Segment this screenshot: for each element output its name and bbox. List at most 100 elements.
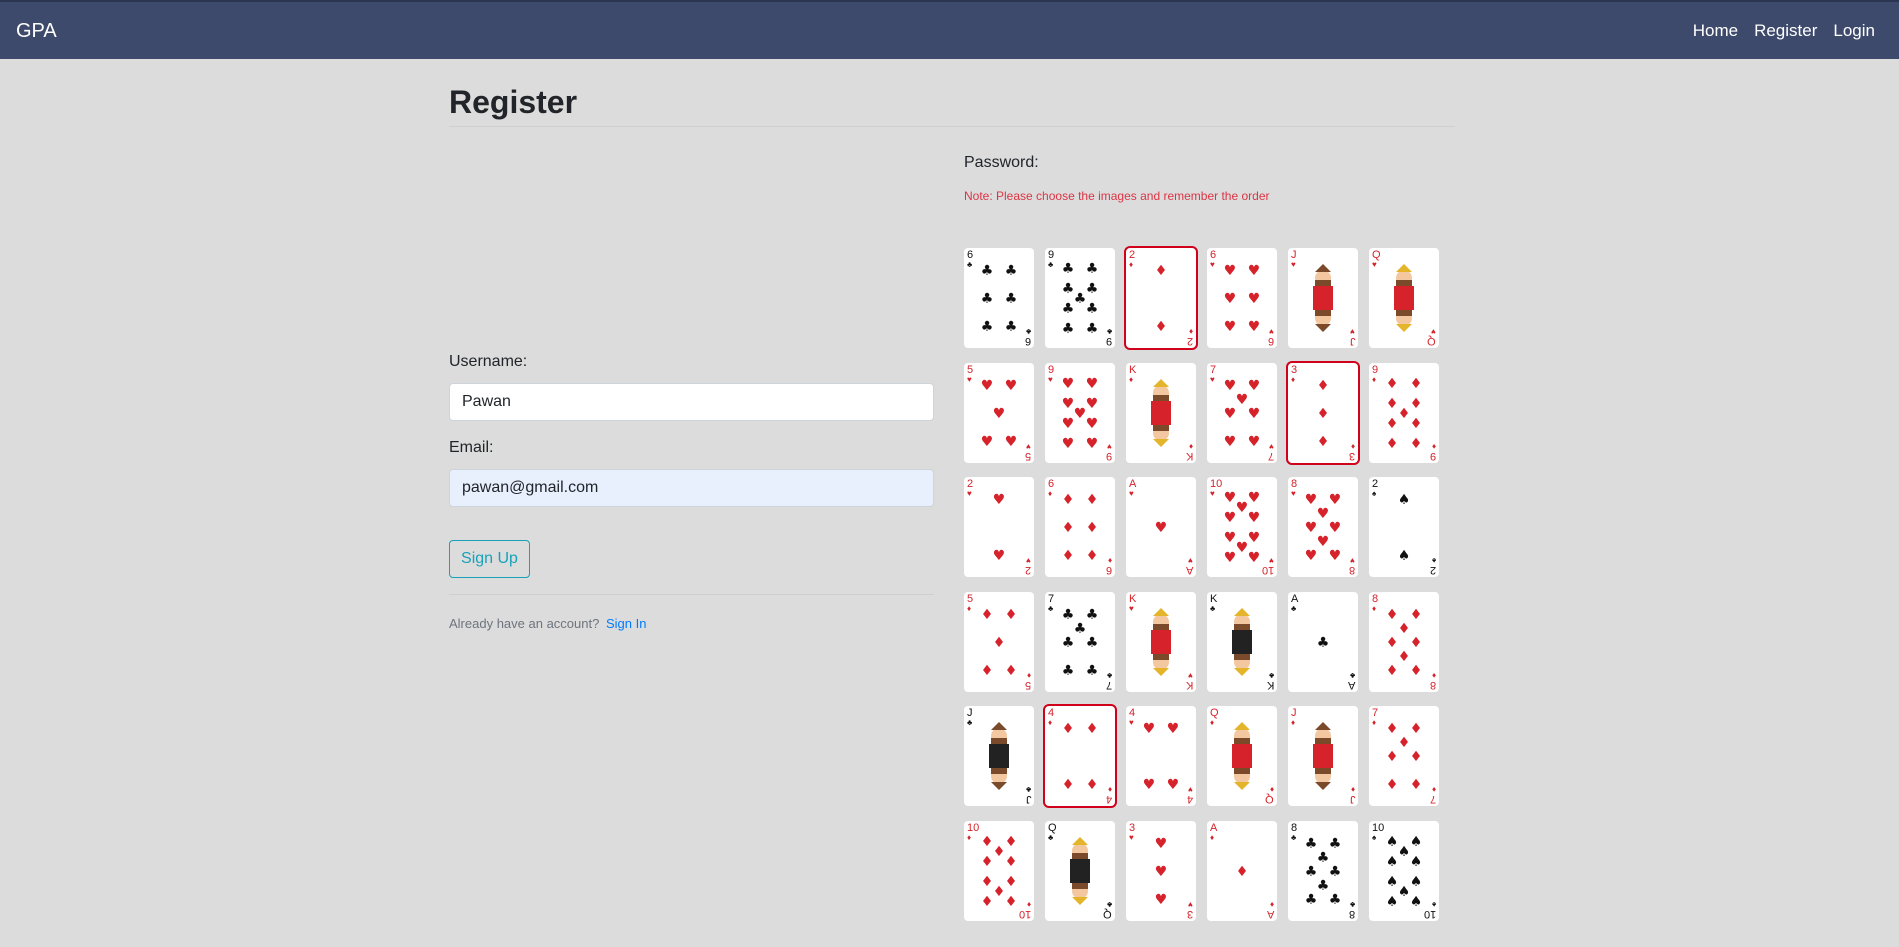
diamonds-icon: ♦ bbox=[967, 833, 972, 842]
card-3-of-diamonds[interactable]: 3 ♦ 3 ♦ ♦ ♦ ♦ bbox=[1286, 361, 1360, 465]
svg-text:♣: ♣ bbox=[1074, 291, 1087, 307]
svg-text:♠: ♠ bbox=[1410, 874, 1423, 890]
card-rank-label-inverted: J bbox=[1349, 335, 1356, 347]
svg-text:♥: ♥ bbox=[1248, 263, 1261, 279]
svg-text:♥: ♥ bbox=[1329, 520, 1342, 536]
card-face-art: ♣ ♣♣♣ ♣♣ ♣ bbox=[1062, 607, 1099, 679]
hearts-icon: ♥ bbox=[1269, 327, 1274, 336]
svg-text:♦: ♦ bbox=[1410, 396, 1423, 412]
card-3-of-hearts[interactable]: 3 ♥ 3 ♥ ♥ ♥ ♥ bbox=[1126, 821, 1196, 921]
card-face-art bbox=[1151, 608, 1171, 676]
hearts-icon: ♥ bbox=[1026, 442, 1031, 451]
card-10-of-spades[interactable]: 10 ♠ 10 ♠ ♠ ♠ ♠ ♠ ♠ ♠ ♠ ♠ ♠ ♠ bbox=[1369, 821, 1439, 921]
card-a-of-hearts[interactable]: A ♥ A ♥ ♥ bbox=[1126, 477, 1196, 577]
card-7-of-diamonds[interactable]: 7 ♦ 7 ♦ ♦ ♦ ♦ ♦ ♦ ♦ ♦ bbox=[1369, 706, 1439, 806]
card-8-of-hearts[interactable]: 8 ♥ 8 ♥ ♥ ♥ ♥ ♥ ♥ ♥ ♥ ♥ bbox=[1288, 477, 1358, 577]
card-j-of-hearts[interactable]: J ♥ J ♥ bbox=[1288, 248, 1358, 348]
card-2-of-spades[interactable]: 2 ♠ 2 ♠ ♠ ♠ bbox=[1369, 477, 1439, 577]
diamonds-icon: ♦ bbox=[1350, 442, 1355, 451]
sign-up-button[interactable]: Sign Up bbox=[449, 540, 530, 578]
card-k-of-hearts[interactable]: K ♥ K ♥ bbox=[1126, 592, 1196, 692]
diamonds-icon: ♦ bbox=[1026, 900, 1031, 909]
card-7-of-clubs[interactable]: 7 ♣ 7 ♣ ♣ ♣ ♣ ♣ ♣ ♣ ♣ bbox=[1045, 592, 1115, 692]
brand-logo[interactable]: GPA bbox=[16, 20, 57, 43]
card-rank-label-inverted: A bbox=[1347, 679, 1355, 691]
svg-text:♠: ♠ bbox=[1398, 492, 1411, 508]
card-k-of-clubs[interactable]: K ♣ K ♣ bbox=[1207, 592, 1277, 692]
sign-in-link[interactable]: Sign In bbox=[606, 616, 646, 631]
card-8-of-clubs[interactable]: 8 ♣ 8 ♣ ♣ ♣ ♣ ♣ ♣ ♣ ♣ ♣ bbox=[1288, 821, 1358, 921]
diamonds-icon: ♦ bbox=[1210, 833, 1215, 842]
svg-text:♦: ♦ bbox=[1062, 492, 1075, 508]
card-q-of-diamonds[interactable]: Q ♦ Q ♦ bbox=[1207, 706, 1277, 806]
card-9-of-hearts[interactable]: 9 ♥ 9 ♥ ♥ ♥ ♥ ♥ ♥ ♥ ♥ ♥ ♥ bbox=[1045, 363, 1115, 463]
card-rank-label-inverted: 6 bbox=[1024, 335, 1031, 347]
card-rank-label-inverted: 7 bbox=[1105, 679, 1112, 691]
svg-text:♦: ♦ bbox=[1086, 721, 1099, 737]
svg-text:♣: ♣ bbox=[1086, 281, 1099, 297]
svg-text:♥: ♥ bbox=[1329, 548, 1342, 564]
nav-link-register[interactable]: Register bbox=[1754, 21, 1817, 41]
spades-icon: ♠ bbox=[1372, 489, 1377, 498]
svg-text:♣: ♣ bbox=[1086, 261, 1099, 277]
navbar: GPA Home Register Login bbox=[0, 0, 1899, 59]
svg-text:♦: ♦ bbox=[1386, 607, 1399, 623]
card-face-art: ♠ ♠♠♠ ♠♠ ♠♠♠ ♠ bbox=[1386, 834, 1423, 910]
username-input[interactable]: Pawan bbox=[449, 383, 934, 421]
svg-text:♦: ♦ bbox=[981, 874, 994, 890]
card-q-of-hearts[interactable]: Q ♥ Q ♥ bbox=[1369, 248, 1439, 348]
clubs-icon: ♣ bbox=[1048, 260, 1054, 269]
clubs-icon: ♣ bbox=[967, 718, 973, 727]
card-4-of-hearts[interactable]: 4 ♥ 4 ♥ ♥ ♥ ♥ ♥ bbox=[1126, 706, 1196, 806]
svg-text:♠: ♠ bbox=[1386, 854, 1399, 870]
svg-text:♦: ♦ bbox=[1410, 635, 1423, 651]
card-7-of-hearts[interactable]: 7 ♥ 7 ♥ ♥ ♥ ♥ ♥ ♥ ♥ ♥ bbox=[1207, 363, 1277, 463]
card-face-art: ♣ ♣ ♣ ♣ ♣ ♣ bbox=[981, 263, 1018, 335]
svg-text:♦: ♦ bbox=[1386, 663, 1399, 679]
svg-text:♦: ♦ bbox=[993, 635, 1006, 651]
email-input[interactable]: pawan@gmail.com bbox=[449, 469, 934, 507]
svg-text:♦: ♦ bbox=[1062, 777, 1075, 793]
svg-text:♣: ♣ bbox=[981, 263, 994, 279]
svg-text:♥: ♥ bbox=[1167, 721, 1180, 737]
card-rank-label-inverted: 5 bbox=[1024, 679, 1031, 691]
card-a-of-diamonds[interactable]: A ♦ A ♦ ♦ bbox=[1207, 821, 1277, 921]
nav-link-login[interactable]: Login bbox=[1833, 21, 1875, 41]
card-9-of-clubs[interactable]: 9 ♣ 9 ♣ ♣ ♣ ♣ ♣ ♣ ♣ ♣ ♣ ♣ bbox=[1045, 248, 1115, 348]
card-face-art: ♦ ♦ ♦ ♦ ♦ ♦ bbox=[1062, 492, 1099, 564]
clubs-icon: ♣ bbox=[1025, 327, 1031, 336]
svg-text:♦: ♦ bbox=[1410, 749, 1423, 765]
nav-link-home[interactable]: Home bbox=[1693, 21, 1738, 41]
card-2-of-hearts[interactable]: 2 ♥ 2 ♥ ♥ ♥ bbox=[964, 477, 1034, 577]
card-j-of-clubs[interactable]: J ♣ J ♣ bbox=[964, 706, 1034, 806]
card-k-of-diamonds[interactable]: K ♦ K ♦ bbox=[1126, 363, 1196, 463]
card-6-of-hearts[interactable]: 6 ♥ 6 ♥ ♥ ♥ ♥ ♥ ♥ ♥ bbox=[1207, 248, 1277, 348]
svg-text:♥: ♥ bbox=[1086, 376, 1099, 392]
clubs-icon: ♣ bbox=[1291, 604, 1297, 613]
svg-text:♥: ♥ bbox=[1305, 520, 1318, 536]
hearts-icon: ♥ bbox=[1188, 671, 1193, 680]
card-face-art: ♥ ♥♥ ♥♥♥ ♥♥ ♥ bbox=[1062, 376, 1099, 452]
card-10-of-hearts[interactable]: 10 ♥ 10 ♥ ♥ ♥ ♥ ♥ ♥ ♥ ♥ ♥ ♥ ♥ bbox=[1207, 477, 1277, 577]
svg-text:♥: ♥ bbox=[1086, 416, 1099, 432]
card-a-of-clubs[interactable]: A ♣ A ♣ ♣ bbox=[1288, 592, 1358, 692]
card-face-art: ♥ ♥ ♥ ♥ ♥ bbox=[981, 378, 1018, 450]
card-8-of-diamonds[interactable]: 8 ♦ 8 ♦ ♦ ♦ ♦ ♦ ♦ ♦ ♦ ♦ bbox=[1369, 592, 1439, 692]
card-face-art: ♦ ♦♦ ♦♦♦ ♦♦ ♦ bbox=[1386, 376, 1423, 452]
svg-text:♣: ♣ bbox=[1086, 635, 1099, 651]
card-9-of-diamonds[interactable]: 9 ♦ 9 ♦ ♦ ♦ ♦ ♦ ♦ ♦ ♦ ♦ ♦ bbox=[1369, 363, 1439, 463]
svg-text:♥: ♥ bbox=[1155, 892, 1168, 908]
card-5-of-diamonds[interactable]: 5 ♦ 5 ♦ ♦ ♦ ♦ ♦ ♦ bbox=[964, 592, 1034, 692]
card-j-of-diamonds[interactable]: J ♦ J ♦ bbox=[1288, 706, 1358, 806]
card-4-of-diamonds[interactable]: 4 ♦ 4 ♦ ♦ ♦ ♦ ♦ bbox=[1043, 704, 1117, 808]
card-2-of-diamonds[interactable]: 2 ♦ 2 ♦ ♦ ♦ bbox=[1124, 246, 1198, 350]
svg-text:♦: ♦ bbox=[1155, 319, 1168, 335]
card-10-of-diamonds[interactable]: 10 ♦ 10 ♦ ♦ ♦ ♦ ♦ ♦ ♦ ♦ ♦ ♦ ♦ bbox=[964, 821, 1034, 921]
hearts-icon: ♥ bbox=[1129, 833, 1134, 842]
card-6-of-diamonds[interactable]: 6 ♦ 6 ♦ ♦ ♦ ♦ ♦ ♦ ♦ bbox=[1045, 477, 1115, 577]
card-5-of-hearts[interactable]: 5 ♥ 5 ♥ ♥ ♥ ♥ ♥ ♥ bbox=[964, 363, 1034, 463]
svg-text:♥: ♥ bbox=[1236, 540, 1249, 556]
card-6-of-clubs[interactable]: 6 ♣ 6 ♣ ♣ ♣ ♣ ♣ ♣ ♣ bbox=[964, 248, 1034, 348]
card-q-of-clubs[interactable]: Q ♣ Q ♣ bbox=[1045, 821, 1115, 921]
svg-text:♦: ♦ bbox=[1005, 874, 1018, 890]
